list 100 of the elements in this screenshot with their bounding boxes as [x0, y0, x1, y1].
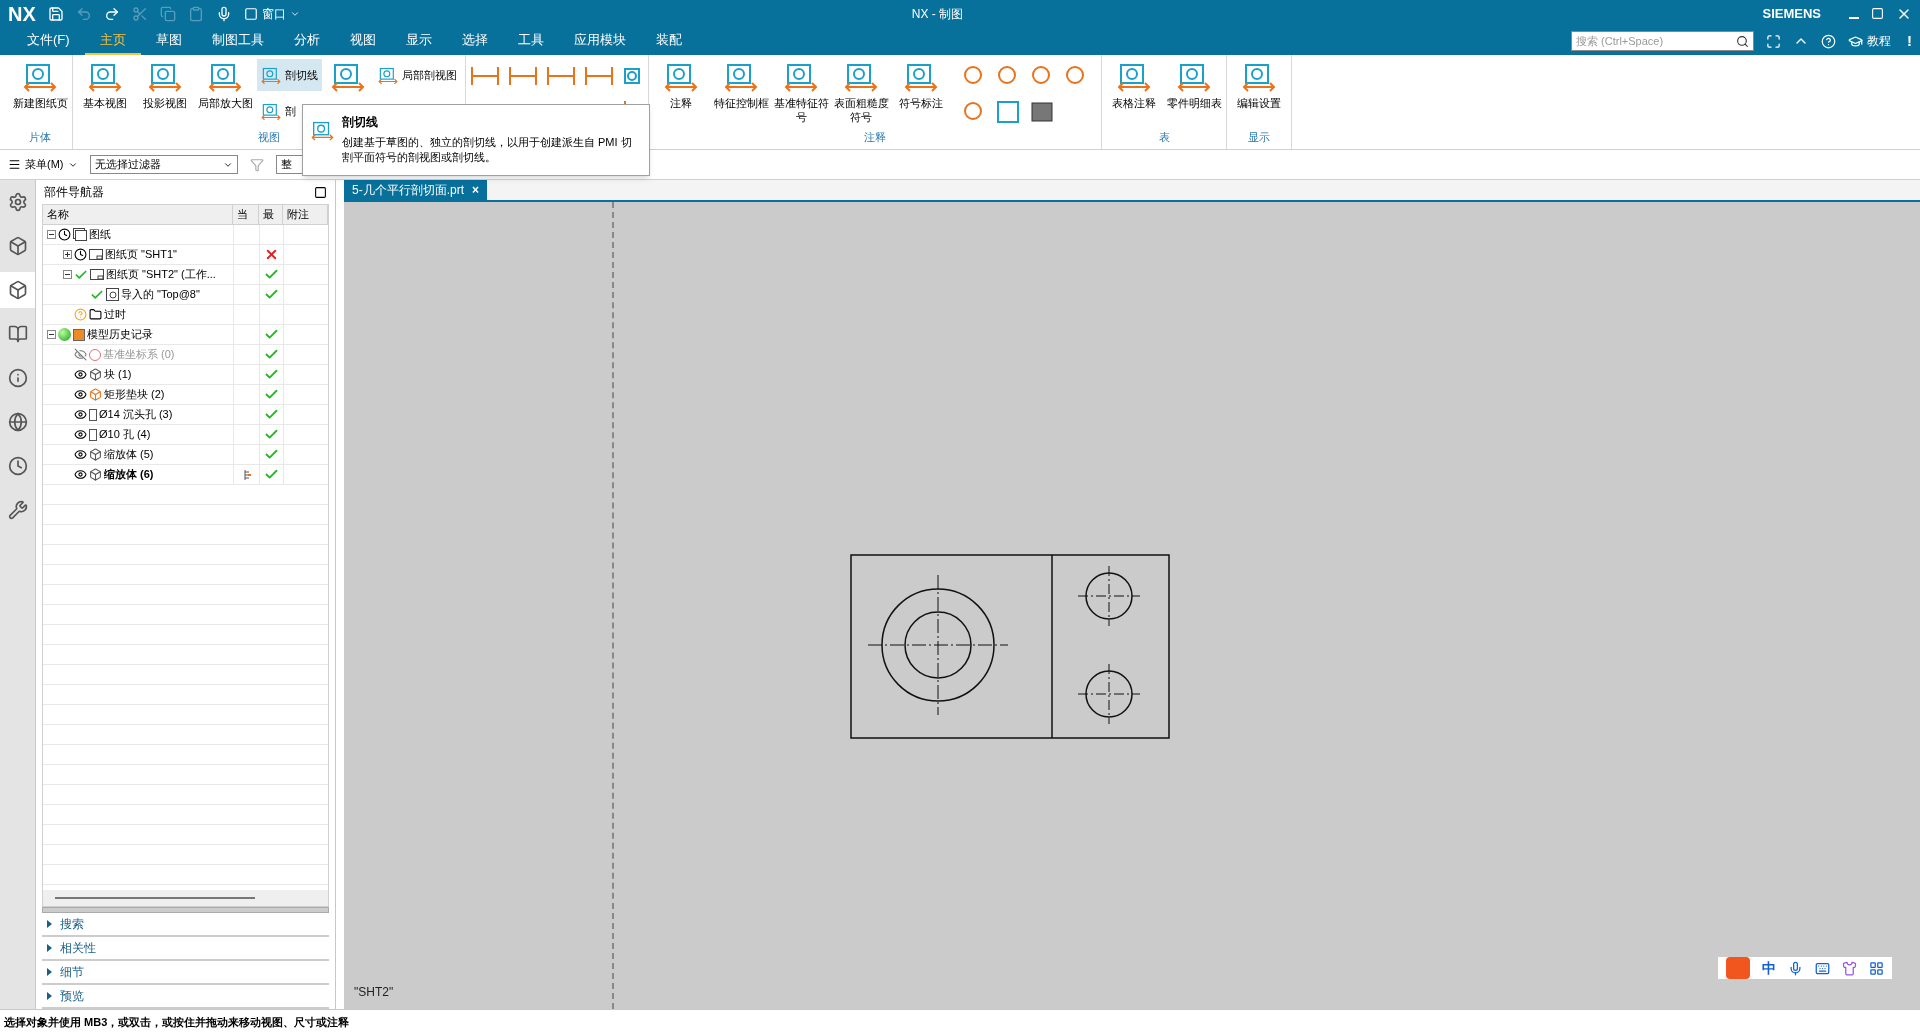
eye-icon[interactable] [74, 428, 87, 441]
ribbon-button[interactable]: 基本视图 [77, 55, 133, 127]
ribbon-button[interactable]: 表格注释 [1106, 55, 1162, 127]
ribbon-button[interactable]: 注释 [653, 55, 709, 127]
menu-button[interactable]: 菜单(M) [25, 156, 64, 173]
expand-toggle[interactable] [63, 250, 72, 259]
ribbon-button[interactable]: 符号标注 [893, 55, 949, 127]
section-header[interactable]: 细节 [42, 961, 329, 985]
window-menu[interactable]: 窗口 [243, 4, 300, 23]
tree-item[interactable]: 图纸页 "SHT2" (工作... [106, 266, 216, 283]
tree-item[interactable]: 导入的 "Top@8" [121, 286, 200, 303]
graduation-cap-icon[interactable] [1848, 33, 1863, 49]
hole-icon [89, 408, 97, 421]
tree-item[interactable]: 图纸 [89, 226, 111, 243]
microphone-icon[interactable] [1788, 960, 1803, 976]
dropdown-value: 无选择过滤器 [94, 157, 161, 173]
menu-tab[interactable]: 选择 [446, 27, 503, 55]
redo-icon[interactable] [103, 5, 120, 22]
eye-icon[interactable] [74, 468, 87, 481]
tooltip-text: 创建基于草图的、独立的剖切线，以用于创建派生自 PMI 切割平面符号的剖视图或剖切线。 [341, 135, 633, 166]
column-header[interactable]: 附注 [283, 205, 328, 224]
column-header[interactable]: 最 [259, 205, 283, 224]
horizontal-scrollbar[interactable] [43, 890, 328, 906]
alert-indicator[interactable]: ! [1907, 29, 1912, 53]
search-input[interactable]: 搜索 (Ctrl+Space) [1572, 32, 1732, 50]
drawing-canvas[interactable]: "SHT2" 中 [344, 202, 1920, 1009]
block-icon [89, 468, 102, 481]
help-icon[interactable] [1821, 33, 1836, 49]
side-tab-icon[interactable] [7, 192, 28, 212]
tree-item[interactable]: 块 (1) [104, 366, 132, 383]
side-tab-icon[interactable] [7, 236, 28, 256]
side-tab-icon[interactable] [7, 280, 28, 300]
drawing-tool-icon [261, 65, 281, 85]
tree-item[interactable]: Ø10 孔 (4) [99, 426, 151, 443]
expand-toggle[interactable] [47, 230, 56, 239]
save-icon[interactable] [47, 5, 64, 22]
tab-close[interactable]: × [472, 181, 480, 199]
view-icon [106, 288, 119, 301]
tree-item[interactable]: 图纸页 "SHT1" [105, 246, 177, 263]
keyboard-icon[interactable] [1815, 960, 1830, 976]
tree-item[interactable]: 模型历史记录 [87, 326, 153, 343]
expand-toggle[interactable] [47, 330, 56, 339]
side-tab-icon[interactable] [7, 456, 28, 476]
section-header[interactable]: 搜索 [42, 913, 329, 937]
eye-icon[interactable] [74, 408, 87, 421]
ribbon-button[interactable]: 编辑设置 [1231, 55, 1287, 127]
menu-tab[interactable]: 应用模块 [558, 27, 641, 55]
tree-item[interactable]: 过时 [104, 306, 126, 323]
tree-item[interactable]: 缩放体 (5) [104, 446, 154, 463]
caret-icon [46, 944, 52, 952]
column-header[interactable]: 名称 [43, 205, 233, 224]
fullscreen-icon[interactable] [1766, 33, 1781, 49]
menu-icon[interactable] [8, 158, 21, 171]
ribbon-button[interactable]: 表面粗糙度符号 [833, 55, 889, 127]
shirt-icon[interactable] [1842, 960, 1857, 976]
eye-slashed-icon[interactable] [74, 348, 87, 361]
maximize-icon[interactable] [314, 185, 327, 199]
side-tab-icon[interactable] [7, 324, 28, 344]
restore-icon[interactable] [1871, 7, 1884, 20]
menu-tab[interactable]: 工具 [502, 27, 559, 55]
expand-toggle[interactable] [63, 270, 72, 279]
side-tab-icon[interactable] [7, 368, 28, 388]
ribbon-button[interactable]: 零件明细表 [1166, 55, 1222, 127]
ribbon-button[interactable]: 新建图纸页 [12, 55, 68, 127]
input-mode[interactable]: 中 [1762, 957, 1776, 979]
menu-tab[interactable]: 显示 [390, 27, 447, 55]
input-method-bar[interactable]: 中 [1718, 957, 1892, 979]
ribbon-small-button[interactable]: 剖 [257, 95, 322, 127]
question-mark-icon [74, 308, 87, 321]
annotation-tool-icon[interactable] [1029, 99, 1055, 125]
command-search-field[interactable]: 搜索 (Ctrl+Space) [1571, 31, 1754, 51]
search-icon[interactable] [1736, 34, 1749, 48]
side-tab-icon[interactable] [7, 500, 28, 520]
menu-tab[interactable]: 草图 [140, 27, 197, 55]
section-header[interactable]: 相关性 [42, 937, 329, 961]
minimize-icon[interactable] [1849, 16, 1859, 19]
eye-icon[interactable] [74, 448, 87, 461]
menu-tab[interactable]: 分析 [278, 27, 335, 55]
ribbon-button[interactable]: 基准特征符号 [773, 55, 829, 127]
selection-filter-dropdown[interactable]: 无选择过滤器 [89, 155, 238, 174]
eye-icon[interactable] [74, 368, 87, 381]
block-icon [89, 388, 102, 401]
tree-item[interactable]: 矩形垫块 (2) [104, 386, 165, 403]
side-tab-icon[interactable] [7, 412, 28, 432]
column-header[interactable]: 当 [233, 205, 259, 224]
ribbon-button[interactable]: 特征控制框 [713, 55, 769, 127]
grid-icon[interactable] [1869, 960, 1884, 976]
menu-tab[interactable]: 文件(F) [12, 27, 85, 55]
tree-item[interactable]: 缩放体 (6) [104, 466, 154, 483]
ribbon-small-button[interactable]: 局部剖视图 [374, 59, 461, 91]
ribbon-small-button[interactable]: 剖切线 [257, 59, 322, 91]
ribbon-button[interactable]: 投影视图 [137, 55, 193, 127]
tree-item[interactable]: Ø14 沉头孔 (3) [99, 406, 173, 423]
tutorial-button[interactable]: 教程 [1867, 32, 1891, 50]
ribbon-button[interactable]: 局部放大图 [197, 55, 253, 127]
menu-tab[interactable]: 制图工具 [196, 27, 279, 55]
eye-icon[interactable] [74, 388, 87, 401]
menu-tab[interactable]: 装配 [640, 27, 697, 55]
menu-tab[interactable]: 视图 [334, 27, 391, 55]
document-tab[interactable]: 5-几个平行剖切面.prt × [344, 180, 488, 200]
